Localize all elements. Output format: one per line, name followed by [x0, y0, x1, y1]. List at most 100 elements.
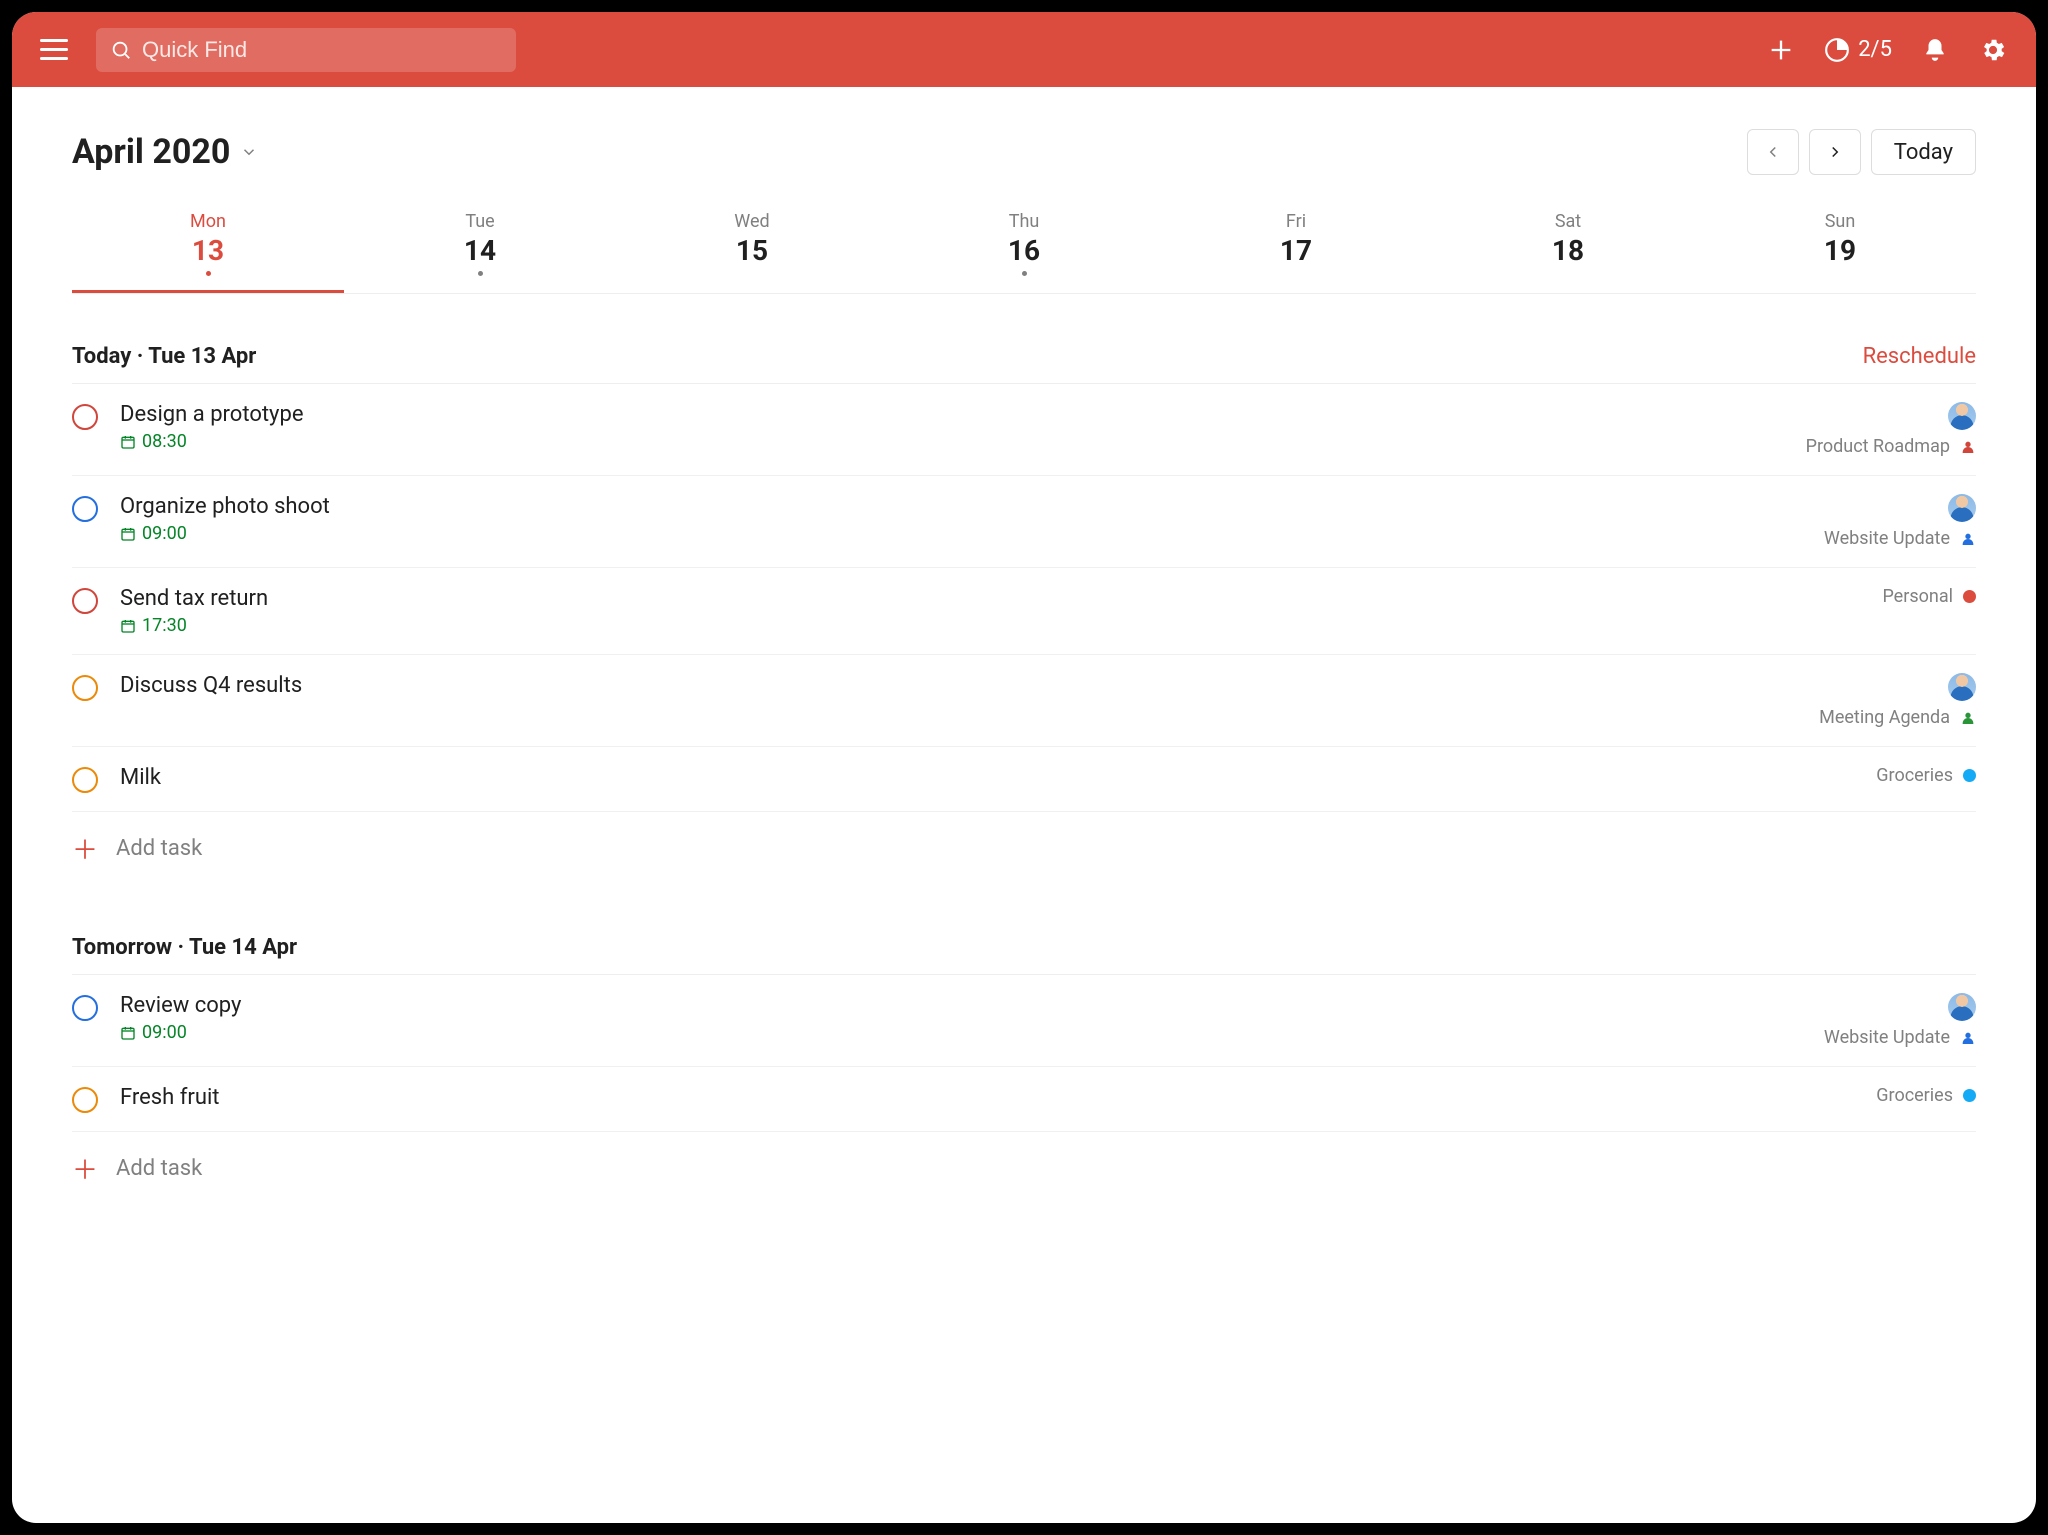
search-input[interactable]	[142, 37, 502, 63]
plus-icon: ＋	[72, 830, 98, 867]
task-time: 09:00	[120, 523, 1824, 544]
section-title: Tomorrow · Tue 14 Apr	[72, 935, 297, 960]
main-content: April 2020 Today Mon13Tue14Wed15Thu16Fri…	[12, 87, 2036, 1245]
day-indicator-dot	[1022, 271, 1027, 276]
task-checkbox[interactable]	[72, 767, 98, 793]
project-label[interactable]: Personal	[1882, 586, 1976, 607]
day-number: 19	[1704, 234, 1976, 267]
person-icon	[1960, 439, 1976, 455]
search-box[interactable]	[96, 28, 516, 72]
productivity-button[interactable]: 2/5	[1824, 37, 1892, 63]
task-body: Review copy 09:00	[120, 993, 1824, 1043]
day-name: Tue	[344, 211, 616, 232]
day-number: 14	[344, 234, 616, 267]
day-number: 18	[1432, 234, 1704, 267]
search-icon	[110, 39, 132, 61]
task-checkbox[interactable]	[72, 995, 98, 1021]
top-bar: 2/5	[12, 12, 2036, 87]
task-title: Discuss Q4 results	[120, 673, 1819, 698]
month-selector[interactable]: April 2020	[72, 132, 258, 172]
person-icon	[1960, 531, 1976, 547]
day-indicator-dot	[478, 271, 483, 276]
task-time: 17:30	[120, 615, 1882, 636]
task-checkbox[interactable]	[72, 496, 98, 522]
settings-button[interactable]	[1978, 35, 2008, 65]
day-indicator-dot	[206, 271, 211, 276]
task-body: Organize photo shoot 09:00	[120, 494, 1824, 544]
day-tue[interactable]: Tue14	[344, 203, 616, 293]
add-task-button[interactable]: ＋ Add task	[72, 812, 1976, 885]
menu-button[interactable]	[40, 32, 76, 68]
project-label[interactable]: Website Update	[1824, 1027, 1976, 1048]
task-body: Fresh fruit	[120, 1085, 1876, 1110]
task-body: Design a prototype 08:30	[120, 402, 1806, 452]
assignee-avatar[interactable]	[1948, 494, 1976, 522]
task-meta: Groceries	[1876, 765, 1976, 786]
task-row[interactable]: Review copy 09:00 Website Update	[72, 975, 1976, 1067]
nav-controls: Today	[1747, 129, 1976, 175]
task-checkbox[interactable]	[72, 675, 98, 701]
day-name: Sat	[1432, 211, 1704, 232]
chevron-left-icon	[1764, 143, 1782, 161]
task-row[interactable]: Fresh fruit Groceries	[72, 1067, 1976, 1132]
day-wed[interactable]: Wed15	[616, 203, 888, 293]
reschedule-link[interactable]: Reschedule	[1863, 344, 1976, 369]
today-button[interactable]: Today	[1871, 129, 1976, 175]
day-name: Thu	[888, 211, 1160, 232]
productivity-icon	[1824, 37, 1850, 63]
task-body: Send tax return 17:30	[120, 586, 1882, 636]
notifications-button[interactable]	[1920, 35, 1950, 65]
chevron-right-icon	[1826, 143, 1844, 161]
task-time: 08:30	[120, 431, 1806, 452]
task-checkbox[interactable]	[72, 404, 98, 430]
add-task-label: Add task	[116, 836, 202, 861]
task-row[interactable]: Design a prototype 08:30 Product Roadmap	[72, 384, 1976, 476]
calendar-icon	[120, 434, 136, 450]
gear-icon	[1979, 36, 2007, 64]
day-mon[interactable]: Mon13	[72, 203, 344, 293]
month-label: April 2020	[72, 132, 230, 172]
person-icon	[1960, 710, 1976, 726]
task-row[interactable]: Discuss Q4 results Meeting Agenda	[72, 655, 1976, 747]
day-number: 15	[616, 234, 888, 267]
add-task-button[interactable]: ＋ Add task	[72, 1132, 1976, 1205]
project-label[interactable]: Product Roadmap	[1806, 436, 1976, 457]
project-color-dot	[1963, 769, 1976, 782]
task-row[interactable]: Send tax return 17:30 Personal	[72, 568, 1976, 655]
plus-icon: ＋	[72, 1150, 98, 1187]
task-title: Fresh fruit	[120, 1085, 1876, 1110]
chevron-down-icon	[240, 143, 258, 161]
project-label[interactable]: Groceries	[1876, 1085, 1976, 1106]
day-sun[interactable]: Sun19	[1704, 203, 1976, 293]
assignee-avatar[interactable]	[1948, 673, 1976, 701]
calendar-icon	[120, 526, 136, 542]
add-task-label: Add task	[116, 1156, 202, 1181]
task-checkbox[interactable]	[72, 1087, 98, 1113]
task-row[interactable]: Milk Groceries	[72, 747, 1976, 812]
task-meta: Website Update	[1824, 494, 1976, 549]
day-sat[interactable]: Sat18	[1432, 203, 1704, 293]
task-meta: Meeting Agenda	[1819, 673, 1976, 728]
assignee-avatar[interactable]	[1948, 402, 1976, 430]
add-button[interactable]	[1766, 35, 1796, 65]
day-thu[interactable]: Thu16	[888, 203, 1160, 293]
project-label[interactable]: Groceries	[1876, 765, 1976, 786]
task-title: Review copy	[120, 993, 1824, 1018]
project-label[interactable]: Website Update	[1824, 528, 1976, 549]
bell-icon	[1922, 37, 1948, 63]
section-header: Today · Tue 13 AprReschedule	[72, 344, 1976, 384]
prev-button[interactable]	[1747, 129, 1799, 175]
day-fri[interactable]: Fri17	[1160, 203, 1432, 293]
task-row[interactable]: Organize photo shoot 09:00 Website Updat…	[72, 476, 1976, 568]
next-button[interactable]	[1809, 129, 1861, 175]
task-title: Organize photo shoot	[120, 494, 1824, 519]
project-color-dot	[1963, 590, 1976, 603]
day-name: Sun	[1704, 211, 1976, 232]
task-checkbox[interactable]	[72, 588, 98, 614]
assignee-avatar[interactable]	[1948, 993, 1976, 1021]
task-title: Milk	[120, 765, 1876, 790]
project-label[interactable]: Meeting Agenda	[1819, 707, 1976, 728]
task-meta: Product Roadmap	[1806, 402, 1976, 457]
task-meta: Personal	[1882, 586, 1976, 607]
task-sections: Today · Tue 13 AprReschedule Design a pr…	[72, 344, 1976, 1205]
